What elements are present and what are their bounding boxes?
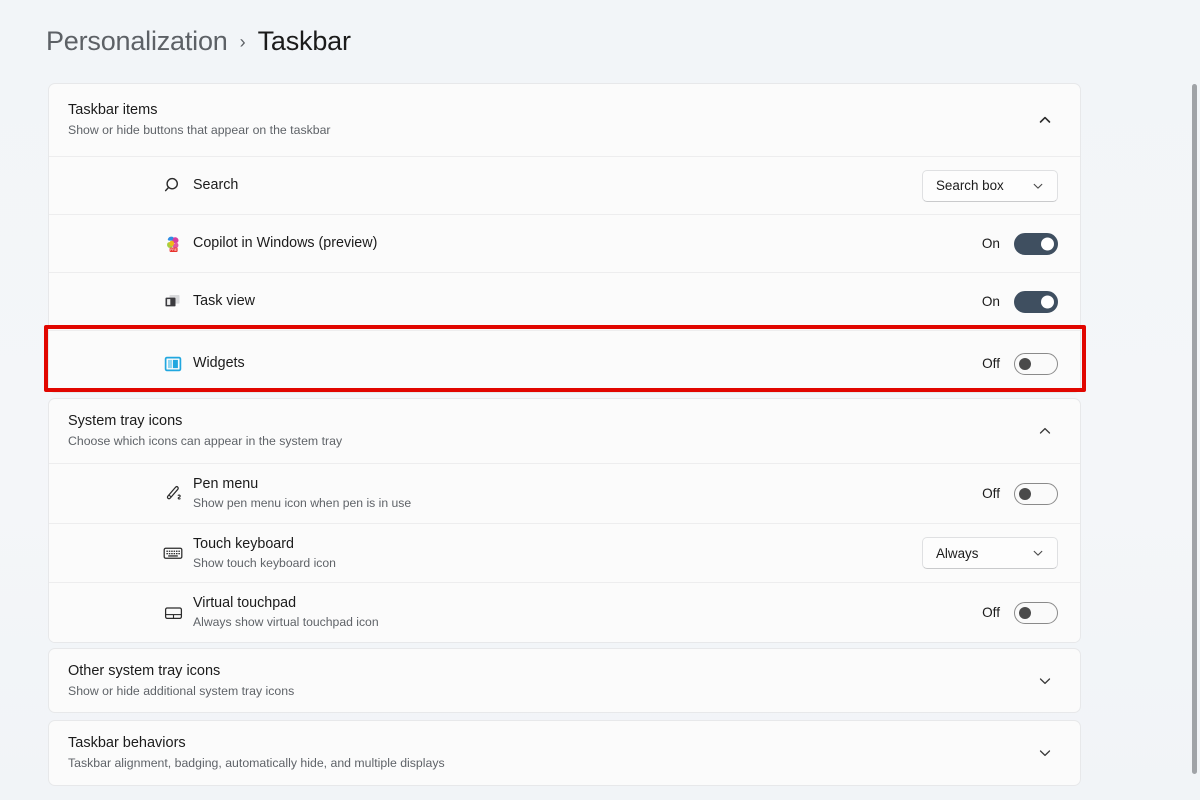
virtual-touchpad-toggle[interactable] [1014, 602, 1058, 624]
section-header-taskbar-behaviors[interactable]: Taskbar behaviors Taskbar alignment, bad… [49, 721, 1080, 785]
toggle-state-label: Off [982, 356, 1000, 371]
row-widgets[interactable]: Widgets Off [49, 330, 1080, 393]
pen-icon [162, 483, 184, 505]
touch-keyboard-dropdown[interactable]: Always [922, 537, 1058, 569]
svg-text:PRE: PRE [170, 248, 178, 252]
page-title: Taskbar [258, 26, 351, 57]
row-label: Widgets [193, 354, 245, 373]
row-control: Always [922, 537, 1058, 569]
chevron-up-icon[interactable] [1032, 107, 1058, 133]
row-text: Virtual touchpad Always show virtual tou… [193, 594, 379, 631]
row-touch-keyboard[interactable]: Touch keyboard Show touch keyboard icon … [49, 523, 1080, 582]
toggle-state-label: Off [982, 605, 1000, 620]
section-title: Taskbar items [68, 101, 1056, 120]
toggle-state-label: On [982, 236, 1000, 251]
breadcrumb-separator-icon: › [240, 32, 246, 53]
card-taskbar-items: Taskbar items Show or hide buttons that … [48, 83, 1081, 393]
task-view-toggle[interactable] [1014, 291, 1058, 313]
task-view-icon [162, 291, 184, 313]
widgets-toggle[interactable] [1014, 353, 1058, 375]
row-sublabel: Show touch keyboard icon [193, 555, 336, 572]
row-control: On [982, 291, 1058, 313]
row-label: Copilot in Windows (preview) [193, 234, 377, 253]
row-control: Off [982, 483, 1058, 505]
breadcrumb-parent-link[interactable]: Personalization [46, 26, 228, 57]
section-subtitle: Taskbar alignment, badging, automaticall… [68, 755, 1056, 772]
section-header-taskbar-items[interactable]: Taskbar items Show or hide buttons that … [49, 84, 1080, 156]
section-header-other-system-tray-icons[interactable]: Other system tray icons Show or hide add… [49, 649, 1080, 712]
keyboard-icon [162, 542, 184, 564]
section-subtitle: Show or hide additional system tray icon… [68, 683, 1056, 700]
row-label: Search [193, 176, 238, 195]
settings-page: Personalization › Taskbar Taskbar items … [0, 0, 1200, 800]
row-control: Off [982, 602, 1058, 624]
page-scrollbar[interactable] [1191, 84, 1198, 774]
row-label: Virtual touchpad [193, 594, 379, 613]
section-subtitle: Choose which icons can appear in the sys… [68, 433, 1056, 450]
row-text: Pen menu Show pen menu icon when pen is … [193, 475, 411, 512]
row-control: Search box [922, 170, 1058, 202]
row-text: Task view [193, 292, 255, 311]
scrollbar-thumb[interactable] [1192, 84, 1197, 774]
row-pen-menu[interactable]: Pen menu Show pen menu icon when pen is … [49, 463, 1080, 523]
toggle-state-label: On [982, 294, 1000, 309]
card-system-tray-icons: System tray icons Choose which icons can… [48, 398, 1081, 643]
card-taskbar-behaviors[interactable]: Taskbar behaviors Taskbar alignment, bad… [48, 720, 1081, 786]
row-text: Widgets [193, 354, 245, 373]
toggle-state-label: Off [982, 486, 1000, 501]
chevron-up-icon[interactable] [1032, 418, 1058, 444]
touchpad-icon [162, 602, 184, 624]
breadcrumb: Personalization › Taskbar [46, 26, 351, 57]
search-icon [162, 175, 184, 197]
row-text: Touch keyboard Show touch keyboard icon [193, 535, 336, 572]
row-text: Search [193, 176, 238, 195]
toggle-knob [1019, 607, 1031, 619]
section-title: System tray icons [68, 412, 1056, 431]
toggle-knob [1041, 295, 1054, 308]
chevron-down-icon [1029, 177, 1047, 195]
row-sublabel: Show pen menu icon when pen is in use [193, 495, 411, 512]
section-header-system-tray-icons[interactable]: System tray icons Choose which icons can… [49, 399, 1080, 463]
widgets-icon [162, 353, 184, 375]
row-label: Touch keyboard [193, 535, 336, 554]
row-sublabel: Always show virtual touchpad icon [193, 614, 379, 631]
toggle-knob [1041, 237, 1054, 250]
section-subtitle: Show or hide buttons that appear on the … [68, 122, 1056, 139]
chevron-down-icon[interactable] [1032, 668, 1058, 694]
row-copilot[interactable]: PRE Copilot in Windows (preview) On [49, 214, 1080, 272]
row-task-view[interactable]: Task view On [49, 272, 1080, 330]
toggle-knob [1019, 488, 1031, 500]
pen-menu-toggle[interactable] [1014, 483, 1058, 505]
toggle-knob [1019, 358, 1031, 370]
chevron-down-icon [1029, 544, 1047, 562]
row-label: Task view [193, 292, 255, 311]
chevron-down-icon[interactable] [1032, 740, 1058, 766]
row-search[interactable]: Search Search box [49, 156, 1080, 214]
row-label: Pen menu [193, 475, 411, 494]
dropdown-value: Search box [936, 178, 1004, 193]
copilot-toggle[interactable] [1014, 233, 1058, 255]
row-control: Off [982, 353, 1058, 375]
section-title: Taskbar behaviors [68, 734, 1056, 753]
section-title: Other system tray icons [68, 662, 1056, 681]
row-virtual-touchpad[interactable]: Virtual touchpad Always show virtual tou… [49, 582, 1080, 642]
dropdown-value: Always [936, 546, 978, 561]
row-control: On [982, 233, 1058, 255]
card-other-system-tray-icons[interactable]: Other system tray icons Show or hide add… [48, 648, 1081, 713]
copilot-icon: PRE [162, 233, 184, 255]
search-mode-dropdown[interactable]: Search box [922, 170, 1058, 202]
row-text: Copilot in Windows (preview) [193, 234, 377, 253]
